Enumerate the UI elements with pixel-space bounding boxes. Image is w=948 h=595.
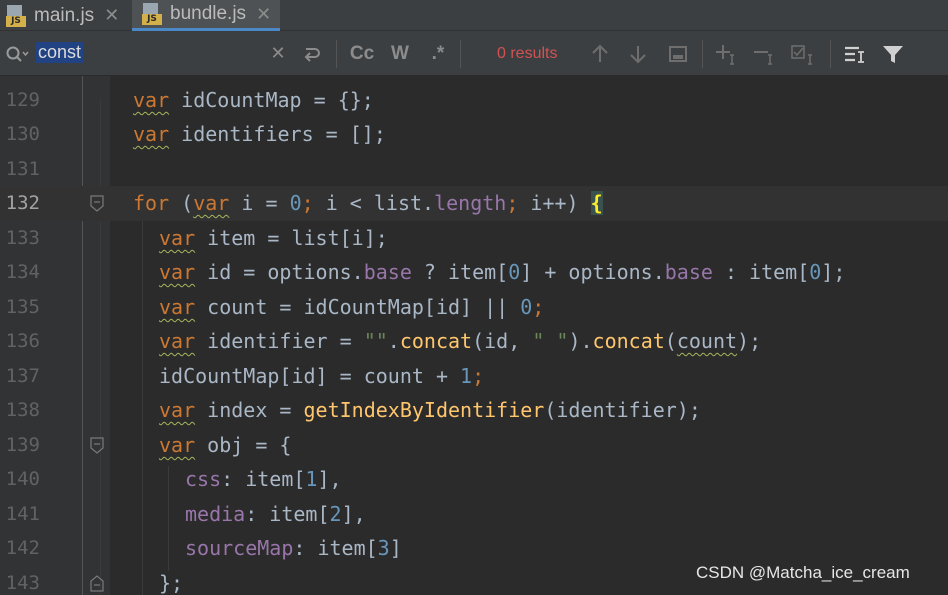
find-bar: const ✕ Cc W .* 0 results [0,31,948,76]
line-number: 131 [5,158,40,180]
line-number: 133 [5,227,40,249]
tab-label: bundle.js [170,3,247,24]
select-all-occurrences-icon[interactable] [664,31,692,76]
fold-marker-icon[interactable] [90,437,104,454]
line-number: 135 [5,296,40,318]
line-number: 139 [5,434,40,456]
tab-bundle-js[interactable]: JS bundle.js ✕ [132,0,280,31]
whole-words-toggle[interactable]: W [386,31,414,76]
search-query: const [36,41,84,63]
watermark: CSDN @Matcha_ice_cream [696,563,910,582]
code-editor[interactable]: 129 var idCountMap = {}; 130 var identif… [0,76,948,595]
remove-selection-icon[interactable] [750,31,780,76]
tab-label: main.js [34,4,95,26]
code-line[interactable]: 141 media: item[2], [0,497,948,532]
filter-search-results-icon[interactable] [840,31,870,76]
search-input[interactable]: const [36,39,84,65]
fold-marker-icon[interactable] [90,575,104,592]
match-case-toggle[interactable]: Cc [346,31,378,76]
code-line[interactable]: 137 idCountMap[id] = count + 1; [0,359,948,394]
line-number: 137 [5,365,40,387]
line-number: 140 [5,468,40,490]
line-number: 134 [5,261,40,283]
code-line[interactable]: 133 var item = list[i]; [0,221,948,256]
code-line[interactable]: 138 var index = getIndexByIdentifier(ide… [0,393,948,428]
line-number: 130 [5,123,40,145]
code-line[interactable]: 135 var count = idCountMap[id] || 0; [0,290,948,325]
code-line[interactable]: 142 sourceMap: item[3] [0,531,948,566]
close-icon[interactable]: ✕ [104,5,119,26]
fold-marker-icon[interactable] [90,195,104,212]
js-file-icon: JS [6,4,26,27]
search-icon[interactable] [2,31,32,76]
code-line[interactable]: 136 var identifier = "".concat(id, " ").… [0,324,948,359]
line-number: 132 [5,192,40,214]
line-number: 138 [5,399,40,421]
clear-search-icon[interactable]: ✕ [266,31,290,76]
code-line[interactable]: 139 var obj = { [0,428,948,463]
search-results-count: 0 results [497,45,558,62]
code-line[interactable]: 140 css: item[1], [0,462,948,497]
js-file-icon: JS [142,3,162,25]
add-selection-icon[interactable] [712,31,742,76]
line-number: 142 [5,537,40,559]
arrow-up-icon[interactable] [586,31,614,76]
code-line-current[interactable]: 132 for (var i = 0; i < list.length; i++… [0,186,948,221]
code-line[interactable]: 131 [0,152,948,187]
code-line[interactable]: 130 var identifiers = []; [0,117,948,152]
code-line[interactable]: 134 var id = options.base ? item[0] + op… [0,255,948,290]
line-number: 136 [5,330,40,352]
filter-icon[interactable] [878,31,908,76]
regex-toggle[interactable]: .* [424,31,452,76]
code-line[interactable]: 129 var idCountMap = {}; [0,83,948,118]
editor-tab-bar: JS main.js ✕ JS bundle.js ✕ [0,0,948,31]
line-number: 141 [5,503,40,525]
close-icon[interactable]: ✕ [256,4,271,25]
line-number: 129 [5,89,40,111]
tab-main-js[interactable]: JS main.js ✕ [6,0,130,31]
line-number: 143 [5,572,40,594]
arrow-down-icon[interactable] [624,31,652,76]
select-all-matches-icon[interactable] [788,31,820,76]
search-history-icon[interactable] [298,31,326,76]
